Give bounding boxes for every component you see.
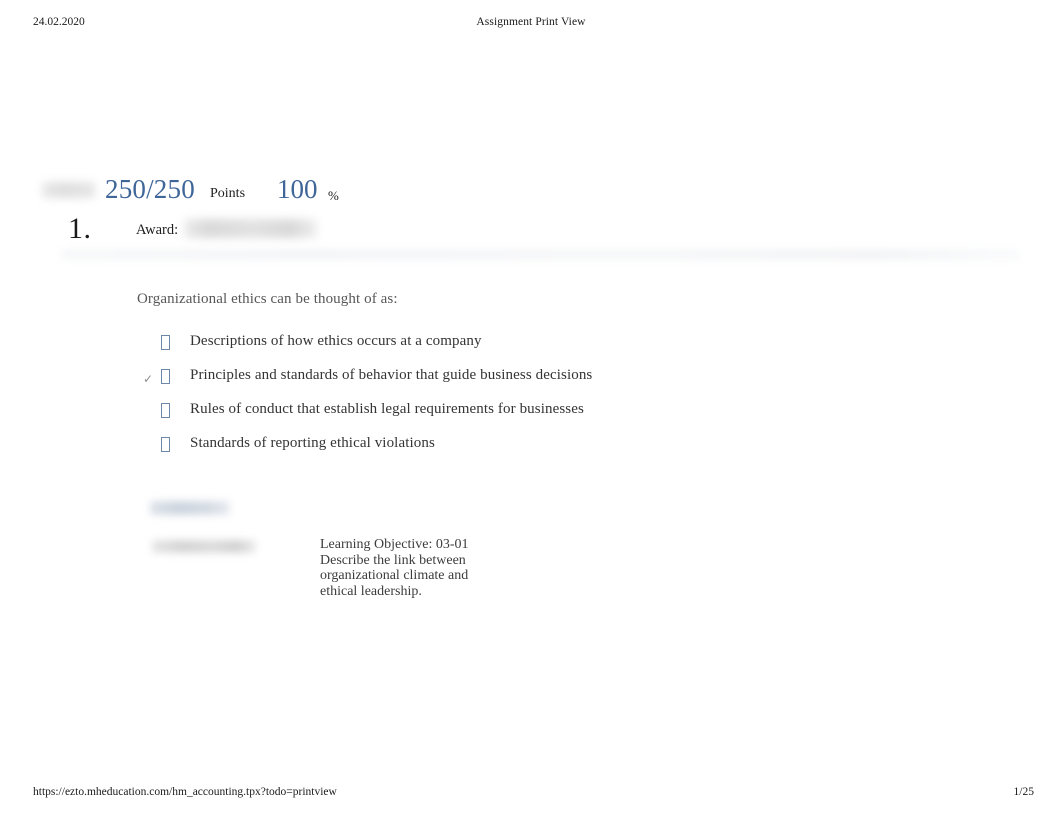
answer-option-2[interactable]: ✓ Principles and standards of behavior t… <box>0 364 1062 398</box>
radio-button-icon[interactable] <box>161 369 170 384</box>
source-url: https://ezto.mheducation.com/hm_accounti… <box>33 786 337 798</box>
radio-button-icon[interactable] <box>161 437 170 452</box>
radio-button-icon[interactable] <box>161 403 170 418</box>
award-value-redacted <box>184 219 317 238</box>
radio-button-icon[interactable] <box>161 335 170 350</box>
answer-option-label: Descriptions of how ethics occurs at a c… <box>190 333 482 349</box>
answer-option-label: Rules of conduct that establish legal re… <box>190 401 584 417</box>
question-number: 1. <box>68 212 92 245</box>
score-percent-value: 100 <box>277 174 318 204</box>
answer-option-1[interactable]: Descriptions of how ethics occurs at a c… <box>0 330 1062 364</box>
score-percent-sign: % <box>328 188 339 203</box>
score-points-value: 250/250 <box>105 174 195 204</box>
print-view-title: Assignment Print View <box>476 16 586 28</box>
score-points-label: Points <box>210 186 246 201</box>
answer-option-4[interactable]: Standards of reporting ethical violation… <box>0 432 1062 466</box>
score-summary: 250/250 Points 100 % <box>0 174 1062 210</box>
references-link-redacted[interactable] <box>150 501 230 515</box>
award-label: Award: <box>136 222 179 238</box>
answer-option-label: Standards of reporting ethical violation… <box>190 435 435 451</box>
selected-check-icon: ✓ <box>142 372 154 386</box>
score-label-redacted <box>42 182 95 198</box>
print-footer: https://ezto.mheducation.com/hm_accounti… <box>0 786 1062 804</box>
section-divider <box>62 249 1020 260</box>
question-stem: Organizational ethics can be thought of … <box>137 291 398 307</box>
answer-option-label: Principles and standards of behavior tha… <box>190 367 593 383</box>
learning-objective: Learning Objective: 03-01 Describe the l… <box>320 537 469 599</box>
print-header: 24.02.2020 Assignment Print View <box>0 16 1062 34</box>
difficulty-value-redacted <box>152 540 256 553</box>
answer-option-3[interactable]: Rules of conduct that establish legal re… <box>0 398 1062 432</box>
answer-options: Descriptions of how ethics occurs at a c… <box>0 330 1062 466</box>
page-number: 1/25 <box>1013 786 1034 798</box>
